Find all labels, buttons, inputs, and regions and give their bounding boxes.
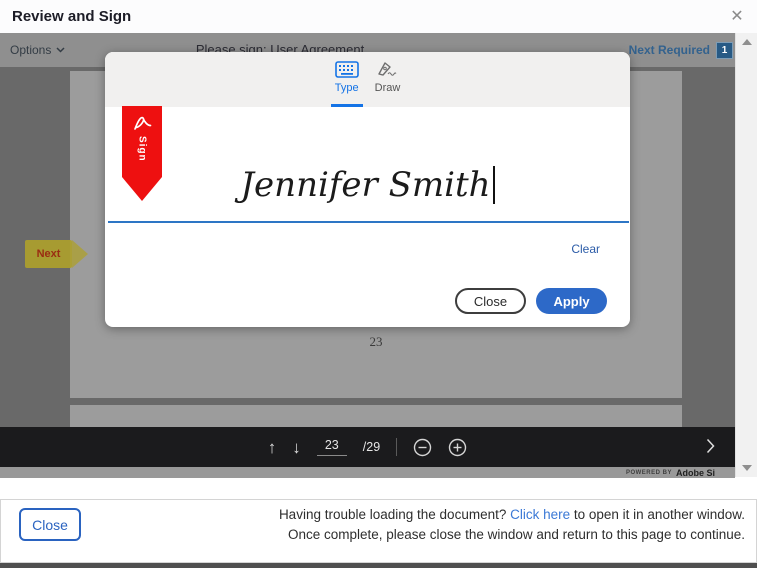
clear-signature-link[interactable]: Clear: [571, 242, 600, 256]
next-field-arrow-label: Next: [25, 240, 72, 268]
page-total-label: /29: [363, 440, 380, 454]
vertical-scrollbar[interactable]: [735, 33, 757, 477]
next-required-label[interactable]: Next Required: [629, 43, 710, 57]
next-field-arrow[interactable]: Next: [25, 240, 88, 268]
next-field-arrow-tip: [72, 240, 88, 268]
page-number-input[interactable]: 23: [317, 438, 347, 456]
zoom-in-icon: [448, 438, 467, 457]
footer-close-button[interactable]: Close: [19, 508, 81, 541]
adobe-sign-ribbon: Sign: [122, 106, 162, 201]
review-and-sign-window: Review and Sign ✕ 23 Options Please sign…: [0, 0, 757, 568]
adobe-sign-ribbon-tip: [122, 177, 162, 201]
next-page-arrow-icon[interactable]: ↓: [292, 439, 301, 456]
adobe-sign-ribbon-body: Sign: [122, 106, 162, 177]
ribbon-sign-label: Sign: [137, 136, 148, 162]
footer-help-text: Having trouble loading the document? Cli…: [279, 505, 745, 545]
pen-icon: [376, 61, 398, 78]
help-text-before: Having trouble loading the document?: [279, 507, 510, 522]
zoom-in-button[interactable]: [448, 438, 467, 457]
window-titlebar: Review and Sign ✕: [0, 0, 757, 33]
next-required-count-badge: 1: [716, 42, 733, 59]
pdf-navigation-toolbar: ↑ ↓ 23 /29: [0, 427, 735, 467]
text-cursor: [493, 166, 495, 204]
previous-page-arrow-icon[interactable]: ↑: [268, 439, 277, 456]
footer-help-line2: Once complete, please close the window a…: [279, 525, 745, 545]
keyboard-icon: [335, 61, 359, 78]
document-page-number: 23: [70, 334, 682, 350]
scrollbar-up-arrow-icon[interactable]: [742, 39, 752, 45]
toolbar-divider: [396, 438, 397, 456]
signature-text-field[interactable]: Jennifer Smith: [105, 165, 630, 205]
signature-value: Jennifer Smith: [240, 165, 490, 205]
signature-dialog-actions: Close Apply: [455, 288, 607, 314]
toolbar-expand-chevron-icon[interactable]: [706, 438, 715, 459]
next-required-control[interactable]: Next Required 1: [629, 33, 733, 67]
document-next-page: [70, 405, 682, 427]
powered-by-label: POWERED BY: [626, 470, 672, 476]
adobe-logo-icon: [131, 112, 153, 134]
window-bottom-edge: [0, 563, 757, 568]
adobe-brand-label: Adobe Si: [676, 468, 715, 478]
scrollbar-down-arrow-icon[interactable]: [742, 465, 752, 471]
tab-draw[interactable]: Draw: [375, 52, 401, 107]
signature-dialog-body: Sign Jennifer Smith Clear Close Apply: [105, 107, 630, 327]
signature-dialog-tabs: Type Draw: [105, 52, 630, 107]
signature-dialog: Type Draw Sign: [105, 52, 630, 327]
footer-help-line1: Having trouble loading the document? Cli…: [279, 505, 745, 525]
window-close-icon[interactable]: ✕: [725, 0, 749, 33]
window-title: Review and Sign: [12, 0, 131, 33]
click-here-link[interactable]: Click here: [510, 507, 570, 522]
powered-by-strip: POWERED BY Adobe Si: [0, 467, 735, 478]
zoom-out-icon: [413, 438, 432, 457]
signature-close-button[interactable]: Close: [455, 288, 526, 314]
signature-apply-button[interactable]: Apply: [536, 288, 607, 314]
help-text-after: to open it in another window.: [570, 507, 745, 522]
zoom-out-button[interactable]: [413, 438, 432, 457]
tab-type-label: Type: [335, 82, 359, 94]
signature-baseline: [108, 221, 629, 223]
tab-draw-label: Draw: [375, 82, 401, 94]
tab-type[interactable]: Type: [335, 52, 359, 107]
footer-panel: Close Having trouble loading the documen…: [0, 499, 757, 563]
